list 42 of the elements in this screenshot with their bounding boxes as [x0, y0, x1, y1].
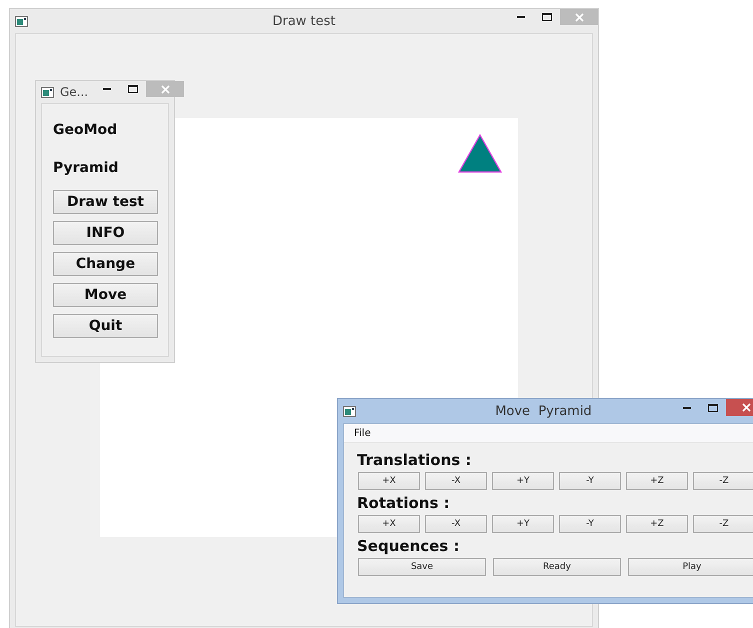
maximize-icon [542, 13, 552, 21]
command-button[interactable]: Draw test [53, 190, 158, 214]
axis-button[interactable]: +X [358, 472, 420, 490]
maximize-icon [128, 85, 138, 93]
axis-button[interactable]: +Z [626, 472, 688, 490]
axis-button[interactable]: -Z [693, 515, 753, 533]
minimize-icon [683, 406, 691, 408]
axis-button[interactable]: -X [425, 515, 487, 533]
close-icon [574, 12, 584, 22]
command-button[interactable]: Move [53, 283, 158, 307]
sequence-button[interactable]: Save [358, 558, 486, 576]
minimize-icon [517, 16, 525, 18]
window-label: GeoMod [53, 122, 118, 138]
command-button[interactable]: INFO [53, 221, 158, 245]
app-icon [41, 86, 54, 98]
window-title: Move Pyramid [495, 404, 592, 418]
sequence-button[interactable]: Ready [493, 558, 621, 576]
axis-button[interactable]: -Y [559, 472, 621, 490]
axis-button[interactable]: -X [425, 472, 487, 490]
section-heading: Rotations : [357, 494, 451, 512]
maximize-icon [708, 404, 718, 412]
window-title: Ge... [60, 85, 88, 99]
axis-button[interactable]: +Z [626, 515, 688, 533]
window-title: Draw test [272, 14, 336, 28]
section-heading: Translations : [357, 451, 472, 469]
close-icon [742, 403, 750, 412]
window-label: Pyramid [53, 160, 120, 176]
section-heading: Sequences : [357, 537, 460, 555]
axis-button[interactable]: -Z [693, 472, 753, 490]
menu-item[interactable]: File [354, 428, 371, 438]
triangle-shape [458, 134, 502, 174]
axis-button[interactable]: +X [358, 515, 420, 533]
command-button[interactable]: Change [53, 252, 158, 276]
axis-button[interactable]: +Y [492, 515, 554, 533]
close-icon [160, 84, 170, 94]
app-icon [343, 406, 356, 416]
app-icon [15, 16, 28, 26]
axis-button[interactable]: -Y [559, 515, 621, 533]
axis-button[interactable]: +Y [492, 472, 554, 490]
command-button[interactable]: Quit [53, 314, 158, 338]
minimize-icon [103, 88, 112, 90]
sequence-button[interactable]: Play [628, 558, 753, 576]
